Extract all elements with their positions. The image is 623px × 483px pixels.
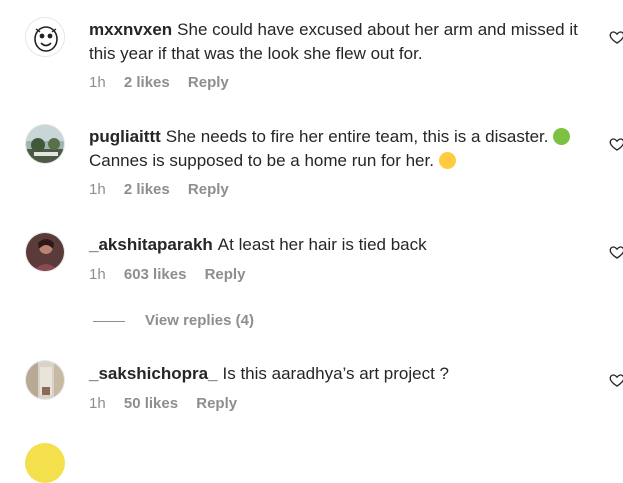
nauseated-face-icon xyxy=(553,128,571,145)
avatar[interactable] xyxy=(25,232,65,272)
comment-time[interactable]: 1h xyxy=(89,395,106,412)
comment-likes[interactable]: 2 likes xyxy=(124,74,170,91)
avatar[interactable] xyxy=(25,124,65,164)
view-replies-label[interactable]: View replies (4) xyxy=(145,312,254,329)
comment-text: _sakshichopra_ Is this aaradhya’s art pro… xyxy=(89,362,594,386)
comment-time[interactable]: 1h xyxy=(89,74,106,91)
comment-text: _akshitaparakh At least her hair is tied … xyxy=(89,233,594,257)
comment-body-continued: Cannes is supposed to be a home run for … xyxy=(89,151,434,170)
comment-meta: 1h 603 likes Reply xyxy=(89,266,259,283)
reply-button[interactable]: Reply xyxy=(188,181,229,198)
comment-meta: 1h 50 likes Reply xyxy=(89,395,251,412)
heart-icon[interactable] xyxy=(609,136,623,152)
heart-icon[interactable] xyxy=(609,372,623,388)
comment-text: mxxnvxen She could have excused about her… xyxy=(89,18,594,66)
comment-body: At least her hair is tied back xyxy=(217,235,427,254)
avatar[interactable] xyxy=(25,443,65,483)
comment-meta: 1h 2 likes Reply xyxy=(89,181,243,198)
comment-likes[interactable]: 603 likes xyxy=(124,266,187,283)
comment-meta: 1h 2 likes Reply xyxy=(89,74,243,91)
heart-icon[interactable] xyxy=(609,29,623,45)
comment-time[interactable]: 1h xyxy=(89,266,106,283)
avatar-photo xyxy=(26,361,64,399)
view-replies-button[interactable]: View replies (4) xyxy=(93,312,254,329)
comment-likes[interactable]: 50 likes xyxy=(124,395,178,412)
heart-icon[interactable] xyxy=(609,244,623,260)
avatar-photo xyxy=(26,125,64,163)
avatar-photo xyxy=(26,233,64,271)
comment-body: She needs to fire her entire team, this … xyxy=(165,127,549,146)
avatar[interactable] xyxy=(25,360,65,400)
divider-line xyxy=(93,320,125,322)
cartoon-face-icon xyxy=(26,18,64,56)
reply-button[interactable]: Reply xyxy=(196,395,237,412)
comment-time[interactable]: 1h xyxy=(89,181,106,198)
comment-body: Is this aaradhya’s art project ? xyxy=(222,364,449,383)
reply-button[interactable]: Reply xyxy=(205,266,246,283)
comment-likes[interactable]: 2 likes xyxy=(124,181,170,198)
comment-text: pugliaittt She needs to fire her entire t… xyxy=(89,125,594,173)
comment-username[interactable]: pugliaittt xyxy=(89,127,161,146)
melting-face-icon xyxy=(438,152,456,169)
reply-button[interactable]: Reply xyxy=(188,74,229,91)
avatar[interactable] xyxy=(25,17,65,57)
comment-username[interactable]: mxxnvxen xyxy=(89,20,172,39)
comment-username[interactable]: _akshitaparakh xyxy=(89,235,213,254)
comment-username[interactable]: _sakshichopra_ xyxy=(89,364,218,383)
